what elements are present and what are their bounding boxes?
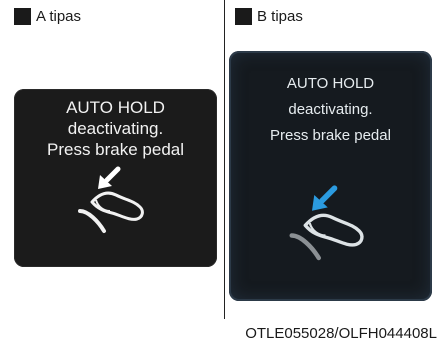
panel-a-heading-text: A tipas <box>36 7 82 25</box>
message-line-3: Press brake pedal <box>46 140 185 159</box>
cluster-display-b: AUTO HOLD deactivating. Press brake peda… <box>229 51 432 301</box>
message-line-3: Press brake pedal <box>270 127 391 144</box>
brake-pedal-icon <box>289 185 364 261</box>
panel-divider <box>224 0 225 319</box>
press-arrow-icon <box>104 166 121 183</box>
message-line-2: deactivating. <box>67 119 164 138</box>
panel-b-heading: B tipas <box>235 6 303 26</box>
heading-square-icon <box>235 7 252 25</box>
message-line-1: AUTO HOLD <box>286 75 375 92</box>
panel-b-heading-text: B tipas <box>257 7 303 25</box>
pedal-arm <box>289 233 321 261</box>
heading-square-icon <box>14 7 31 25</box>
message-line-1: AUTO HOLD <box>66 98 165 117</box>
press-arrow-icon <box>319 185 338 204</box>
figure-code: OTLE055028/OLFH044408L <box>245 325 437 342</box>
pedal-arm <box>78 209 106 233</box>
panel-a-heading: A tipas <box>14 6 81 26</box>
message-line-2: deactivating. <box>288 101 373 118</box>
cluster-display-a: AUTO HOLD deactivating. Press brake peda… <box>14 89 217 267</box>
brake-pedal-icon <box>78 166 144 233</box>
